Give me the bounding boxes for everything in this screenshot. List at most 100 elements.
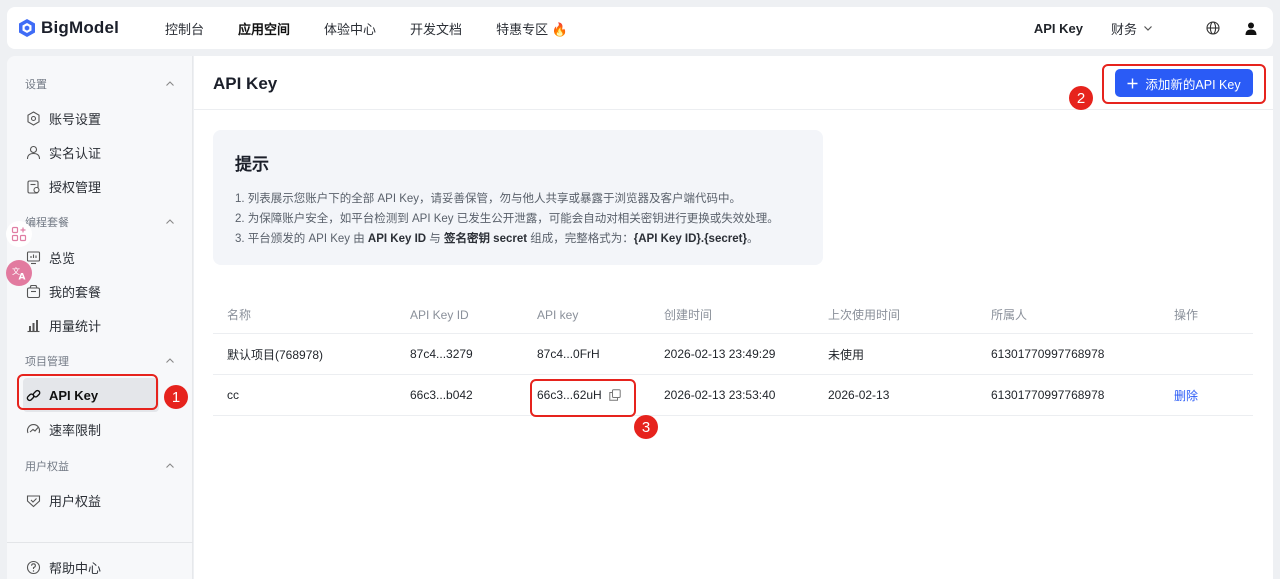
tip-bold: {API Key ID}.{secret} <box>633 233 747 245</box>
cell-name: cc <box>227 388 239 402</box>
main-content: API Key 添加新的API Key 提示 1. 列表展示您账户下的全部 AP… <box>194 56 1273 579</box>
sidebar-item-label: 账号设置 <box>49 111 102 127</box>
cell-key-id: 66c3...b042 <box>410 388 473 402</box>
tip-line-2: 2. 为保障账户安全，如平台检测到 API Key 已发生公开泄露，可能会自动对… <box>235 213 779 225</box>
section-title: 编程套餐 <box>25 217 69 229</box>
header-divider <box>194 109 1273 110</box>
top-navbar: BigModel 控制台 应用空间 体验中心 开发文档 特惠专区 🔥 API K… <box>7 7 1273 49</box>
cell-created: 2026-02-13 23:49:29 <box>664 347 776 361</box>
nav-finance-label: 财务 <box>1110 21 1137 37</box>
sidebar-item-label: 实名认证 <box>49 145 102 161</box>
sidebar-section-settings[interactable]: 设置 <box>25 76 175 92</box>
column-header: 操作 <box>1174 308 1199 322</box>
nav-deals-label: 特惠专区 <box>496 21 549 37</box>
fire-icon: 🔥 <box>551 21 568 37</box>
sidebar-item-help-center[interactable]: 帮助中心 <box>23 550 159 579</box>
column-header: 所属人 <box>991 308 1028 322</box>
api-key-table: 名称 API Key ID API key 创建时间 上次使用时间 所属人 操作… <box>213 296 1253 416</box>
chevron-down-icon <box>1144 26 1152 31</box>
nav-experience[interactable]: 体验中心 <box>324 19 376 38</box>
section-title: 设置 <box>25 79 47 91</box>
sidebar-item-label: 帮助中心 <box>49 560 102 576</box>
page-title: API Key <box>213 74 278 93</box>
tip-line-1: 1. 列表展示您账户下的全部 API Key，请妥善保管，勿与他人共享或暴露于浏… <box>235 193 742 205</box>
chevron-up-icon <box>166 81 174 86</box>
chevron-up-icon <box>166 358 174 363</box>
cell-key-id: 87c4...3279 <box>410 347 473 361</box>
column-header: 名称 <box>227 308 252 322</box>
table-row: 默认项目(768978) 87c4...3279 87c4...0FrH 202… <box>213 334 1253 375</box>
sidebar-section-coding-plan[interactable]: 编程套餐 <box>25 214 175 230</box>
cell-owner: 61301770997768978 <box>991 347 1105 361</box>
column-header: 上次使用时间 <box>828 308 901 322</box>
sidebar-item-label: 速率限制 <box>49 422 102 438</box>
nav-finance[interactable]: 财务 <box>1111 19 1153 38</box>
sidebar-item-user-benefits[interactable]: 用户权益 <box>23 483 159 517</box>
sidebar-item-my-package[interactable]: 我的套餐 <box>23 274 159 308</box>
nav-console[interactable]: 控制台 <box>165 19 204 38</box>
sidebar-item-usage-stats[interactable]: 用量统计 <box>23 308 159 342</box>
user-icon[interactable] <box>1243 20 1259 36</box>
table-row: cc 66c3...b042 66c3...62uH 2026-02-13 23… <box>213 375 1253 416</box>
column-header: API Key ID <box>410 307 469 322</box>
delete-link[interactable]: 删除 <box>1174 375 1198 415</box>
cell-name: 默认项目(768978) <box>227 347 324 362</box>
cell-last-used: 未使用 <box>828 347 865 362</box>
nav-docs[interactable]: 开发文档 <box>410 19 462 38</box>
annotation-number-2: 2 <box>1069 86 1093 110</box>
sidebar-section-project-management[interactable]: 项目管理 <box>25 353 175 369</box>
cell-api-key: 87c4...0FrH <box>537 347 600 361</box>
sidebar-item-real-name[interactable]: 实名认证 <box>23 135 159 169</box>
sidebar: 设置 账号设置 实名认证 授权管理 编程套餐 总览 我的套餐 用量统计 项目管理… <box>7 56 193 579</box>
sidebar-item-rate-limit[interactable]: 速率限制 <box>23 412 159 446</box>
nav-api-key[interactable]: API Key <box>1034 21 1083 36</box>
cell-owner: 61301770997768978 <box>991 388 1105 402</box>
sidebar-item-account-settings[interactable]: 账号设置 <box>23 101 159 135</box>
chevron-up-icon <box>166 463 174 468</box>
column-header: 创建时间 <box>664 308 713 322</box>
svg-text:A: A <box>19 273 26 282</box>
tip-text: 。 <box>746 233 759 245</box>
tip-panel: 提示 1. 列表展示您账户下的全部 API Key，请妥善保管，勿与他人共享或暴… <box>213 130 823 265</box>
sidebar-item-authorization[interactable]: 授权管理 <box>23 169 159 203</box>
authorize-icon <box>25 178 41 194</box>
package-icon <box>25 283 41 299</box>
sidebar-section-user-benefits[interactable]: 用户权益 <box>25 458 175 474</box>
annotation-box-api-key-nav <box>17 374 158 410</box>
cell-created: 2026-02-13 23:53:40 <box>664 388 776 402</box>
table-header-row: 名称 API Key ID API key 创建时间 上次使用时间 所属人 操作 <box>213 296 1253 334</box>
apps-float-icon[interactable] <box>6 221 32 247</box>
speed-icon <box>25 421 41 437</box>
tip-text: 3. 平台颁发的 API Key 由 <box>235 233 368 245</box>
nav-deals[interactable]: 特惠专区 🔥 <box>496 19 568 38</box>
translate-float-icon[interactable]: 文A <box>6 260 32 286</box>
help-icon <box>25 559 41 575</box>
brand-name: BigModel <box>41 18 120 37</box>
sidebar-item-label: 用户权益 <box>49 493 102 509</box>
section-title: 用户权益 <box>25 461 69 473</box>
cell-last-used: 2026-02-13 <box>828 388 890 402</box>
sidebar-divider <box>7 542 193 543</box>
logo-icon <box>19 19 35 37</box>
tip-line-3: 3. 平台颁发的 API Key 由 API Key ID 与 签名密钥 sec… <box>235 229 801 249</box>
tip-bold: API Key ID <box>367 233 427 245</box>
globe-icon[interactable] <box>1205 20 1221 36</box>
sidebar-item-label: 授权管理 <box>49 179 102 195</box>
tip-bold: 签名密钥 secret <box>443 233 528 245</box>
annotation-box-api-key-value <box>530 379 636 417</box>
tip-text: 组成，完整格式为： <box>527 233 634 245</box>
sidebar-item-label: 用量统计 <box>49 318 102 334</box>
gear-icon <box>25 110 41 126</box>
section-title: 项目管理 <box>25 356 69 368</box>
tip-text: 与 <box>426 233 444 245</box>
annotation-box-add-button <box>1102 64 1266 104</box>
nav-app-space[interactable]: 应用空间 <box>238 19 290 38</box>
sidebar-item-overview[interactable]: 总览 <box>23 240 159 274</box>
sidebar-item-label: 总览 <box>49 250 76 266</box>
benefit-icon <box>25 492 41 508</box>
chevron-up-icon <box>166 219 174 224</box>
sidebar-item-label: 我的套餐 <box>49 284 102 300</box>
bar-chart-icon <box>25 317 41 333</box>
logo[interactable]: BigModel <box>19 18 165 38</box>
column-header: API key <box>537 307 579 322</box>
